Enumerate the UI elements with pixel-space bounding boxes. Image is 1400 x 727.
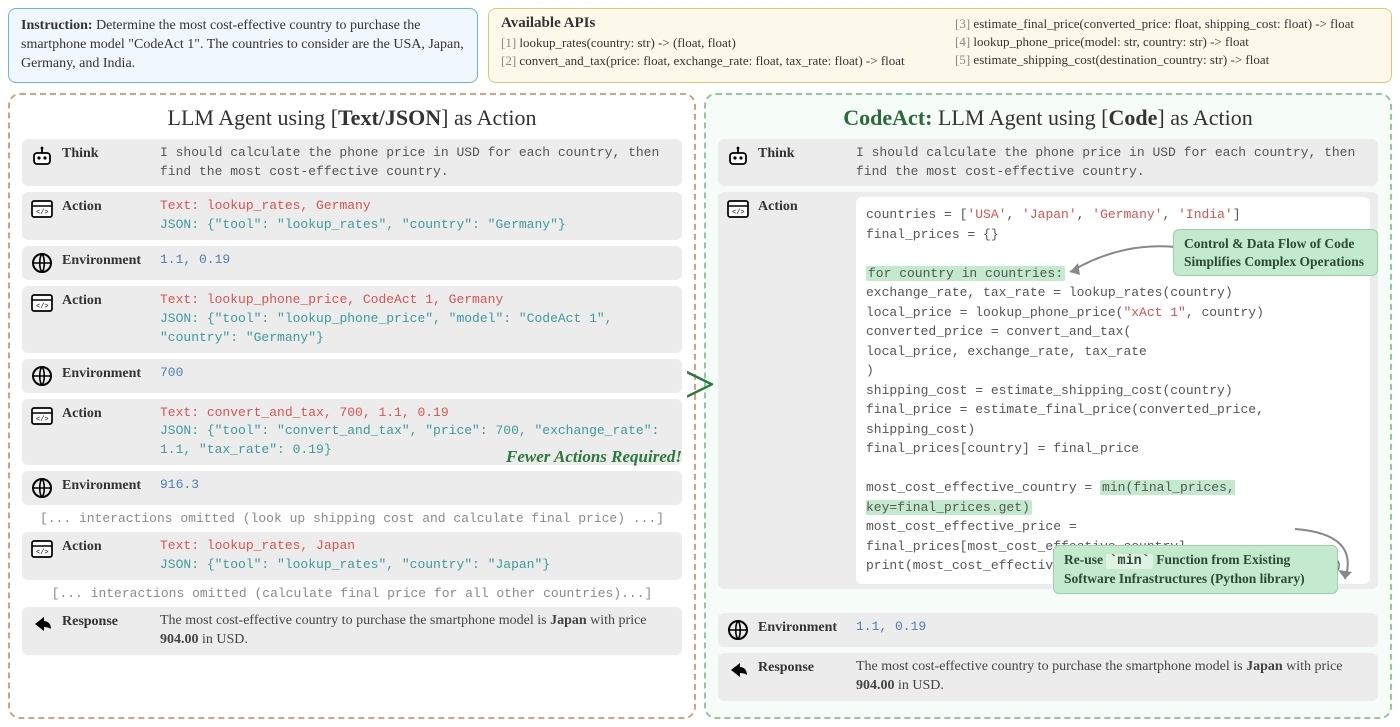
api-5: [5] estimate_shipping_cost(destination_c… bbox=[955, 51, 1379, 69]
code-icon: </> bbox=[30, 197, 54, 221]
left-action-2: </> Action Text: lookup_phone_price, Cod… bbox=[22, 286, 682, 353]
apis-title: Available APIs bbox=[501, 15, 925, 32]
api-2: [2] convert_and_tax(price: float, exchan… bbox=[501, 52, 925, 70]
code-icon: </> bbox=[30, 537, 54, 561]
api-1: [1] lookup_rates(country: str) -> (float… bbox=[501, 34, 925, 52]
svg-text:</>: </> bbox=[36, 209, 49, 217]
think-body: I should calculate the phone price in US… bbox=[160, 144, 674, 182]
left-response: Response The most cost-effective country… bbox=[22, 607, 682, 655]
apis-col-1: Available APIs [1] lookup_rates(country:… bbox=[501, 15, 925, 76]
fewer-actions-label: Fewer Actions Required! bbox=[506, 447, 682, 467]
think-label: Think bbox=[62, 144, 152, 162]
top-row: Instruction: Determine the most cost-eff… bbox=[8, 8, 1392, 83]
left-action-1: </> Action Text: lookup_rates, Germany J… bbox=[22, 192, 682, 240]
left-think: Think I should calculate the phone price… bbox=[22, 139, 682, 187]
svg-text:</>: </> bbox=[36, 303, 49, 311]
omit-1: [... interactions omitted (look up shipp… bbox=[22, 511, 682, 526]
code-icon: </> bbox=[30, 404, 54, 428]
globe-icon bbox=[726, 618, 750, 642]
robot-icon bbox=[726, 144, 750, 168]
svg-text:</>: </> bbox=[36, 549, 49, 557]
arrow-1-icon bbox=[1060, 227, 1180, 287]
left-env-2: Environment 700 bbox=[22, 359, 682, 393]
api-4: [4] lookup_phone_price(model: str, count… bbox=[955, 33, 1379, 51]
instruction-box: Instruction: Determine the most cost-eff… bbox=[8, 8, 478, 83]
greater-than-sign: > bbox=[684, 353, 716, 417]
omit-2: [... interactions omitted (calculate fin… bbox=[22, 586, 682, 601]
right-env: Environment 1.1, 0.19 bbox=[718, 613, 1378, 647]
left-env-3: Environment 916.3 bbox=[22, 471, 682, 505]
right-think: Think I should calculate the phone price… bbox=[718, 139, 1378, 187]
main-row: > Fewer Actions Required! LLM Agent usin… bbox=[8, 93, 1392, 719]
left-action-4: </> Action Text: lookup_rates, Japan JSO… bbox=[22, 532, 682, 580]
code-icon: </> bbox=[30, 291, 54, 315]
response-icon bbox=[726, 658, 750, 682]
right-action: </> Action Control & Data Flow of CodeSi… bbox=[718, 192, 1378, 589]
panel-left-title: LLM Agent using [Text/JSON] as Action bbox=[22, 105, 682, 131]
globe-icon bbox=[30, 364, 54, 388]
right-response: Response The most cost-effective country… bbox=[718, 653, 1378, 701]
apis-box: Available APIs [1] lookup_rates(country:… bbox=[488, 8, 1392, 83]
callout-reuse-min: Re-use `min` Function from ExistingSoftw… bbox=[1053, 545, 1338, 594]
response-icon bbox=[30, 612, 54, 636]
left-env-1: Environment 1.1, 0.19 bbox=[22, 246, 682, 280]
svg-text:</>: </> bbox=[732, 209, 745, 217]
svg-text:</>: </> bbox=[36, 416, 49, 424]
code-icon: </> bbox=[726, 197, 750, 221]
code-block: Control & Data Flow of CodeSimplifies Co… bbox=[856, 197, 1370, 584]
panel-code: CodeAct: LLM Agent using [Code] as Actio… bbox=[704, 93, 1392, 719]
callout-control-flow: Control & Data Flow of CodeSimplifies Co… bbox=[1173, 229, 1378, 276]
panel-right-title: CodeAct: LLM Agent using [Code] as Actio… bbox=[718, 105, 1378, 131]
panel-text-json: Fewer Actions Required! LLM Agent using … bbox=[8, 93, 696, 719]
globe-icon bbox=[30, 476, 54, 500]
globe-icon bbox=[30, 251, 54, 275]
api-3: [3] estimate_final_price(converted_price… bbox=[955, 15, 1379, 33]
apis-col-2: [3] estimate_final_price(converted_price… bbox=[955, 15, 1379, 76]
instruction-label: Instruction: bbox=[21, 18, 93, 33]
robot-icon bbox=[30, 144, 54, 168]
